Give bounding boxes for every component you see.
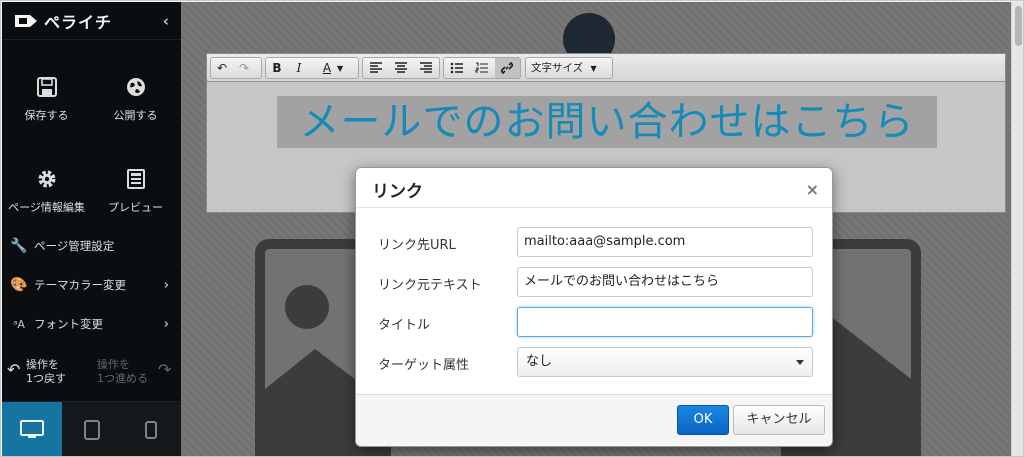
target-value: なし [526, 354, 553, 369]
close-icon[interactable]: × [806, 180, 819, 199]
target-row: ターゲット属性 なし [356, 347, 832, 377]
target-label: ターゲット属性 [378, 358, 470, 373]
link-dialog: リンク × リンク先URL mailto:aaa@sample.com リンク元… [355, 167, 833, 447]
link-text-row: リンク元テキスト メールでのお問い合わせはこちら [356, 267, 832, 297]
url-label: リンク先URL [378, 238, 456, 253]
title-label: タイトル [378, 318, 431, 333]
cancel-button[interactable]: キャンセル [733, 405, 825, 435]
link-text-input[interactable]: メールでのお問い合わせはこちら [517, 267, 813, 297]
caret-down-icon [796, 360, 804, 365]
url-input[interactable]: mailto:aaa@sample.com [517, 227, 813, 257]
ok-button[interactable]: OK [677, 405, 729, 435]
title-input[interactable] [517, 307, 813, 337]
dialog-header: リンク × [356, 168, 832, 208]
app-window: ペライチ ‹ 保存する 公開する ページ情報編集 プレビュー 🔧 ページ管理設定… [0, 0, 1024, 457]
link-text-label: リンク元テキスト [378, 278, 482, 293]
url-row: リンク先URL mailto:aaa@sample.com [356, 227, 832, 257]
title-row: タイトル [356, 307, 832, 337]
dialog-footer: OK キャンセル [356, 394, 832, 446]
dialog-title: リンク [372, 182, 423, 202]
target-select[interactable]: なし [517, 347, 813, 377]
